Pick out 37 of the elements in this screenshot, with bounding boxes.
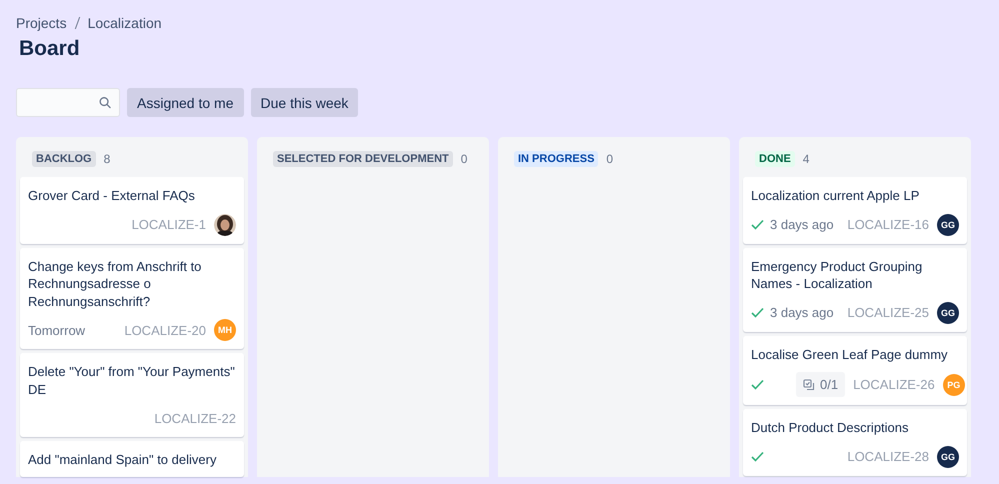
filter-button[interactable]: Assigned to me — [127, 88, 244, 117]
issue-title: Add "mainland Spain" to delivery — [28, 451, 218, 468]
user-avatar[interactable]: GG — [937, 446, 959, 468]
issue-count: 4 — [802, 152, 810, 166]
column-status-label: DONE — [755, 151, 795, 167]
issue-card[interactable]: Dutch Product Descriptions LOCALIZE-28 GG — [743, 409, 967, 476]
breadcrumb-link[interactable]: Projects — [16, 15, 67, 31]
issue-card[interactable]: Add "mainland Spain" to delivery — [20, 441, 244, 476]
column-status-label: SELECTED FOR DEVELOPMENT — [273, 151, 453, 167]
issue-card[interactable]: Emergency Product Grouping Names - Localization 3 days ago LOCALIZE-25 GG — [743, 248, 967, 332]
subtask-icon — [803, 378, 815, 390]
due-date: Tomorrow — [28, 322, 86, 338]
issue-card[interactable]: Localization current Apple LP 3 days ago LOCALIZE-16 GG — [743, 177, 967, 244]
issue-title: Change keys from Anschrift to Rechnungsadresse o Rechnungsanschrift? — [28, 258, 202, 310]
issue-title: Dutch Product Descriptions — [751, 419, 910, 436]
issue-title: Delete "Your" from "Your Payments" DE — [28, 363, 236, 398]
search-field[interactable] — [16, 88, 120, 117]
issue-count: 8 — [104, 152, 110, 166]
column-status-label: IN PROGRESS — [514, 151, 598, 167]
issue-card[interactable]: Delete "Your" from "Your Payments" DE LOCALIZE-22 — [20, 353, 244, 437]
issue-title: Localise Green Leaf Page dummy — [751, 346, 949, 363]
filter-button[interactable]: Due this week — [250, 88, 358, 117]
issue-card[interactable]: Grover Card - External FAQs LOCALIZE-1 — [20, 177, 244, 244]
search-icon — [99, 96, 111, 109]
due-date: 3 days ago — [770, 305, 834, 320]
issue-title: Grover Card - External FAQs — [28, 187, 196, 204]
due-date: 3 days ago — [770, 217, 834, 232]
issue-count: 0 — [460, 152, 468, 166]
issue-title: Emergency Product Grouping Names - Localization — [751, 258, 924, 292]
user-avatar[interactable]: GG — [937, 214, 959, 236]
issue-title: Localization current Apple LP — [751, 187, 920, 204]
subtask-count: 0/1 — [796, 372, 846, 397]
issue-count: 0 — [606, 152, 614, 166]
page-title: Board — [19, 36, 81, 62]
user-avatar[interactable]: GG — [937, 302, 959, 324]
breadcrumb-link[interactable]: Localization — [88, 15, 162, 31]
column-status-label: BACKLOG — [32, 151, 96, 167]
